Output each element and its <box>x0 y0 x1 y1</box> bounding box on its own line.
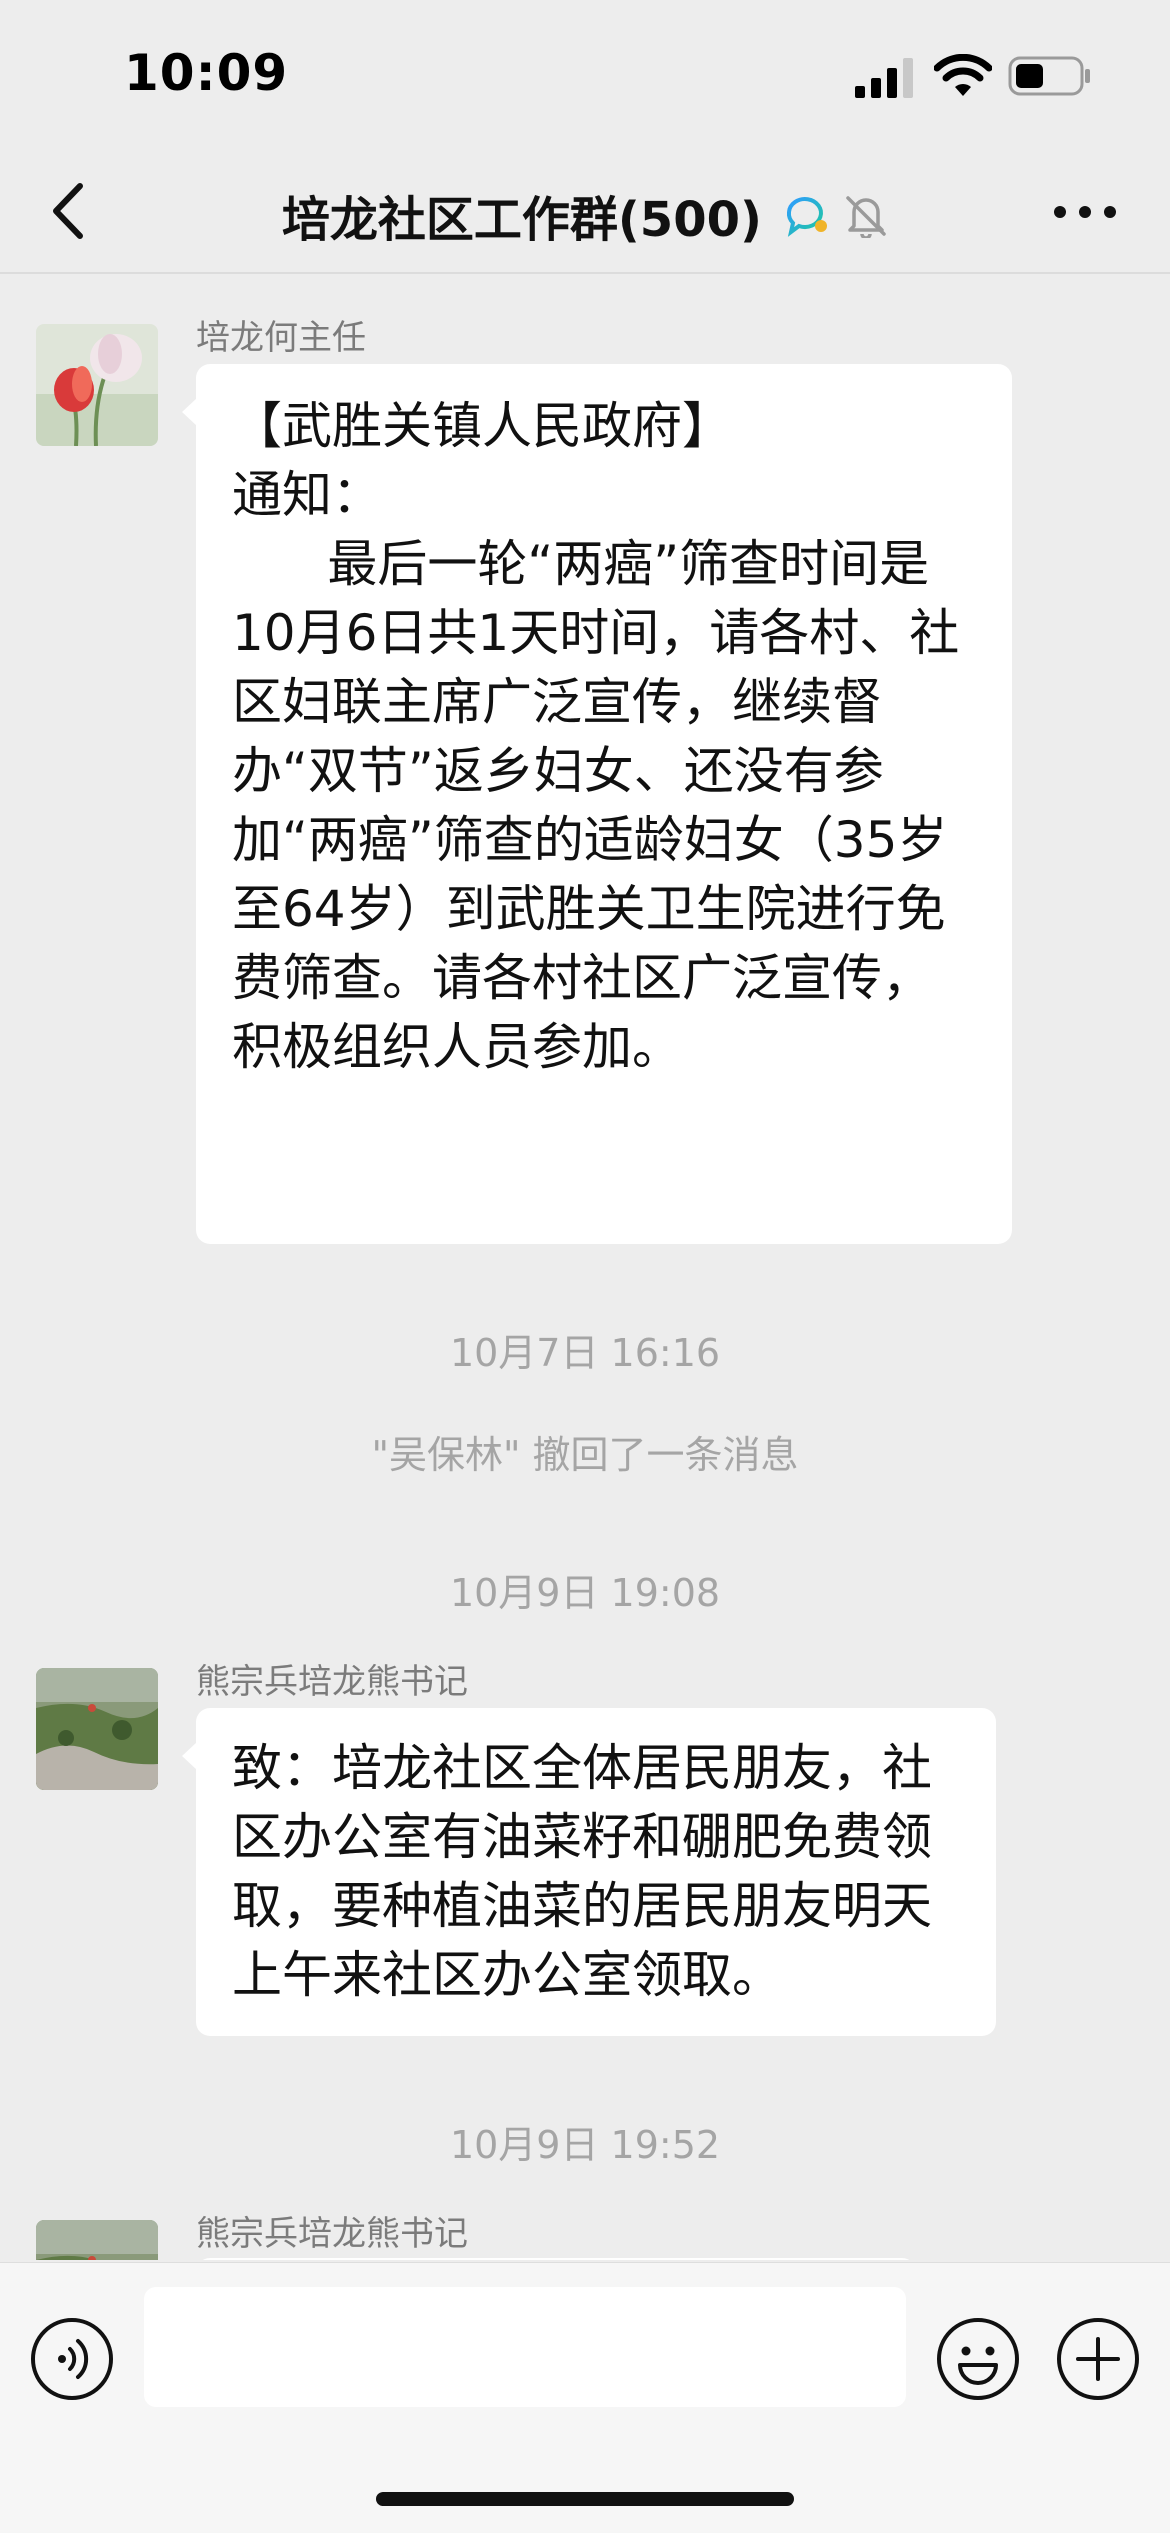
flower-avatar-image <box>36 324 158 446</box>
cellular-signal-icon <box>855 58 913 98</box>
title-icons <box>777 192 888 240</box>
message-bubble[interactable]: 致：培龙社区全体居民朋友，社区办公室有油菜籽和硼肥免费领取，要种植油菜的居民朋友… <box>182 1708 996 2036</box>
timestamp: 10月7日 16:16 <box>449 1331 721 1375</box>
voice-input-icon[interactable] <box>30 2317 114 2401</box>
message-text: 【武胜关镇人民政府】 通知： 最后一轮“两癌”筛查时间是10月6日共1天时间，请… <box>232 397 960 1076</box>
recall-notice: "吴保林" 撤回了一条消息 <box>371 1433 799 1477</box>
timestamp: 10月9日 19:52 <box>449 2123 721 2167</box>
message-input[interactable] <box>144 2287 906 2407</box>
message-text: 致：培龙社区全体居民朋友，社区办公室有油菜籽和硼肥免费领取，要种植油菜的居民朋友… <box>232 1739 932 2004</box>
chat-search-icon <box>787 197 828 237</box>
chat-messages[interactable]: 培龙何主任 【武胜关镇人民政府】 通知： 最后一轮“两癌”筛查时间是10月6日共… <box>0 272 1170 2260</box>
landscape-avatar-image <box>36 1668 158 1790</box>
avatar-sender-2[interactable] <box>36 1668 158 1790</box>
message-bubble[interactable]: 【武胜关镇人民政府】 通知： 最后一轮“两癌”筛查时间是10月6日共1天时间，请… <box>182 364 1012 1244</box>
message-bubble[interactable] <box>196 2258 916 2260</box>
landscape-avatar-image <box>36 2220 158 2260</box>
more-icon[interactable] <box>1050 198 1120 226</box>
emoji-icon[interactable] <box>936 2317 1020 2401</box>
status-time: 10:09 <box>124 44 289 102</box>
wifi-icon <box>934 54 992 96</box>
chat-title[interactable]: 培龙社区工作群(500) <box>282 180 762 250</box>
home-indicator[interactable] <box>376 2492 794 2506</box>
status-bar: 10:09 <box>0 0 1170 150</box>
battery-icon <box>1008 56 1090 96</box>
timestamp: 10月9日 19:08 <box>449 1571 721 1615</box>
avatar-sender-3[interactable] <box>36 2220 158 2260</box>
sender-name: 培龙何主任 <box>196 318 366 358</box>
sender-name: 熊宗兵培龙熊书记 <box>196 2214 468 2254</box>
chat-title-wrap: 培龙社区工作群(500) <box>0 180 1170 250</box>
plus-icon[interactable] <box>1056 2317 1140 2401</box>
sender-name: 熊宗兵培龙熊书记 <box>196 1662 468 1702</box>
mute-bell-icon <box>846 196 886 240</box>
chat-header: 培龙社区工作群(500) <box>0 150 1170 274</box>
avatar-sender-1[interactable] <box>36 324 158 446</box>
